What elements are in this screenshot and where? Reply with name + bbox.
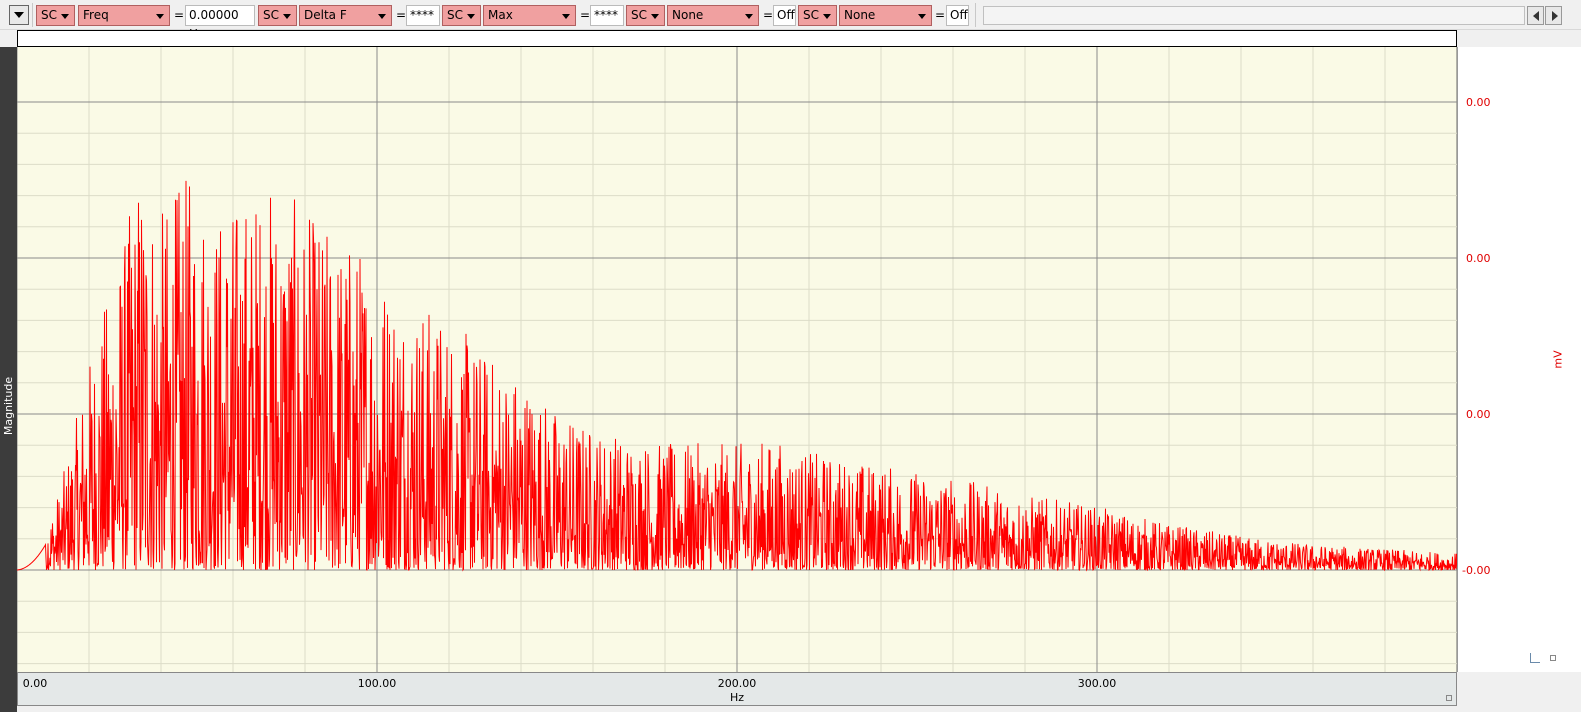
arrow-right-icon: [1552, 11, 1558, 21]
y-axis-label-strip: Magnitude: [0, 47, 17, 712]
dropdown-arrow-icon: [14, 12, 24, 18]
x-unit-label: Hz: [729, 691, 745, 704]
measure-4-type-select[interactable]: None: [667, 5, 759, 26]
chevron-down-icon: [562, 14, 570, 19]
chevron-down-icon: [823, 14, 831, 19]
y-axis-label: Magnitude: [2, 376, 15, 436]
chevron-down-icon: [156, 14, 164, 19]
measure-4-source-select[interactable]: SC: [626, 5, 665, 26]
autoscale-icon[interactable]: [1530, 653, 1540, 663]
measure-3-type-select[interactable]: Max: [483, 5, 576, 26]
x-axis: 0.00 100.00 200.00 300.00 Hz: [17, 672, 1457, 706]
x-tick-label: 200.00: [717, 677, 757, 690]
x-tick-label: 100.00: [357, 677, 397, 690]
chevron-down-icon: [378, 14, 386, 19]
arrow-left-icon: [1533, 11, 1539, 21]
measurement-toolbar: SC Freq = 0.00000 Hz SC Delta F = **** S…: [0, 0, 1581, 41]
measure-2-source-select[interactable]: SC: [258, 5, 297, 26]
toolbar-separator: [975, 3, 976, 27]
y-unit-label: mV: [1551, 350, 1565, 369]
chevron-down-icon: [61, 14, 69, 19]
measure-3-equals: =: [580, 8, 591, 22]
measure-2-type-select[interactable]: Delta F: [299, 5, 392, 26]
scroll-right-button[interactable]: [1545, 6, 1562, 25]
measure-4-equals: =: [763, 8, 774, 22]
measure-5-source-select[interactable]: SC: [798, 5, 837, 26]
measure-5-equals: =: [935, 8, 946, 22]
resize-icon[interactable]: [1550, 655, 1556, 661]
resize-icon[interactable]: [1446, 695, 1452, 701]
x-tick-label: 0.00: [22, 677, 48, 690]
y-tick-label: 0.00: [1466, 408, 1491, 421]
right-y-axis: 0.00 0.00 0.00 -0.00 mV: [1457, 47, 1581, 672]
toolbar-scroll-track[interactable]: [983, 6, 1525, 25]
spectrum-chart: [17, 47, 1457, 672]
measure-1-value: 0.00000 Hz: [185, 5, 255, 41]
scroll-left-button[interactable]: [1527, 6, 1544, 25]
toolbar-separator: [32, 3, 33, 27]
measure-1-equals: =: [174, 8, 185, 22]
spectrum-plot-area[interactable]: [17, 47, 1457, 672]
measure-3-source-select[interactable]: SC: [442, 5, 481, 26]
chevron-down-icon: [283, 14, 291, 19]
measure-1-type-select[interactable]: Freq: [78, 5, 170, 26]
chevron-down-icon: [745, 14, 753, 19]
y-tick-label: 0.00: [1466, 252, 1491, 265]
bottom-corner: [1457, 672, 1581, 712]
chevron-down-icon: [467, 14, 475, 19]
measure-3-value: ****: [590, 5, 624, 26]
chevron-down-icon: [651, 14, 659, 19]
x-tick-label: 300.00: [1077, 677, 1117, 690]
measure-5-type-select[interactable]: None: [839, 5, 932, 26]
measure-2-value: ****: [406, 5, 440, 26]
chevron-down-icon: [918, 14, 926, 19]
toolbar-menu-button[interactable]: [9, 5, 29, 25]
measure-2-equals: =: [396, 8, 407, 22]
measure-1-source-select[interactable]: SC: [36, 5, 75, 26]
channel-title-bar: [17, 30, 1457, 47]
measure-4-value: Off: [773, 5, 796, 26]
y-tick-label: 0.00: [1466, 96, 1491, 109]
y-tick-label: -0.00: [1462, 564, 1491, 577]
measure-5-value: Off: [946, 5, 969, 26]
